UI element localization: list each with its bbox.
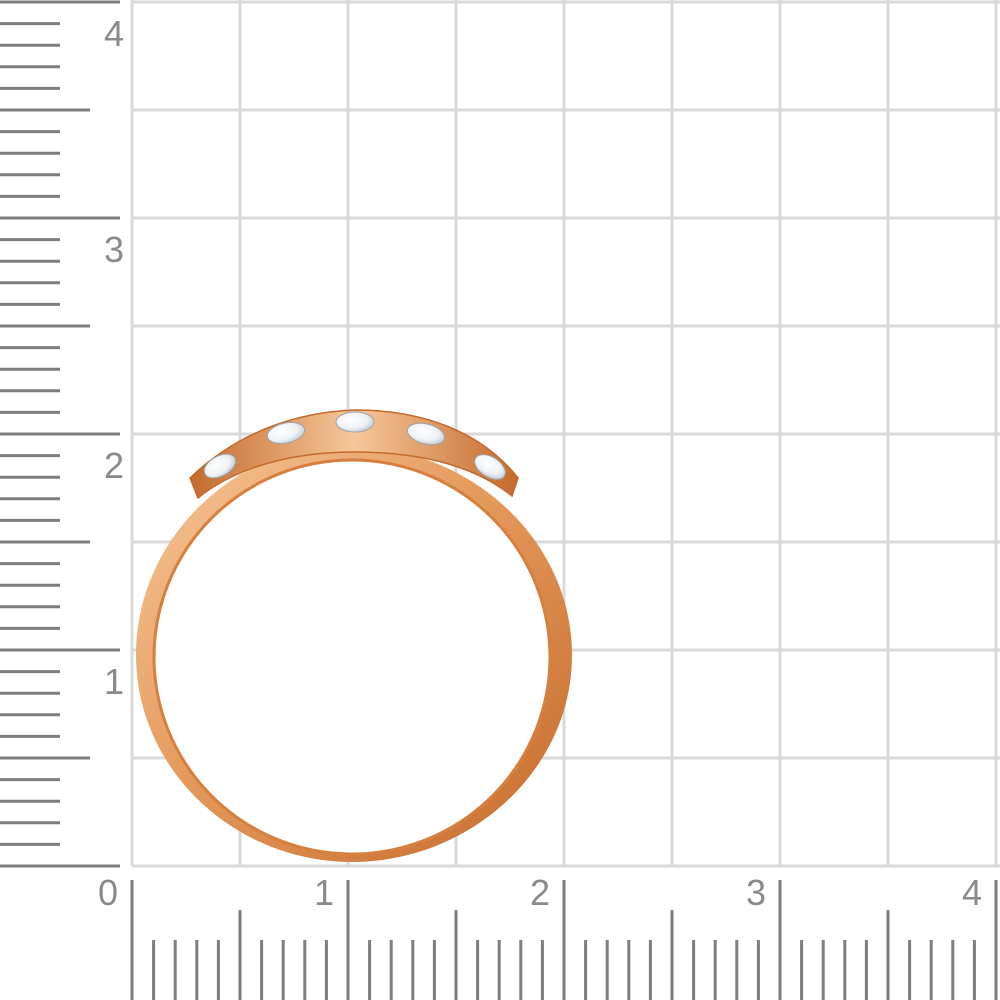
gold-ring-icon xyxy=(136,409,572,862)
bottom-ruler-label: 2 xyxy=(530,872,550,913)
bottom-ruler xyxy=(130,880,998,1000)
bottom-ruler-label: 4 xyxy=(962,872,982,913)
bottom-ruler-label: 0 xyxy=(98,872,118,913)
bottom-ruler-label: 3 xyxy=(746,872,766,913)
stone xyxy=(335,411,375,433)
left-ruler xyxy=(0,0,120,868)
bottom-ruler-label: 1 xyxy=(314,872,334,913)
scene-svg: 0 1 1 2 2 3 3 4 4 xyxy=(0,0,1000,1000)
ring-inner-hole xyxy=(154,460,550,854)
left-ruler-label: 1 xyxy=(104,661,124,702)
measurement-scene: 0 1 1 2 2 3 3 4 4 xyxy=(0,0,1000,1000)
left-ruler-label: 3 xyxy=(104,229,124,270)
left-ruler-label: 4 xyxy=(104,13,124,54)
left-ruler-label: 2 xyxy=(104,445,124,486)
